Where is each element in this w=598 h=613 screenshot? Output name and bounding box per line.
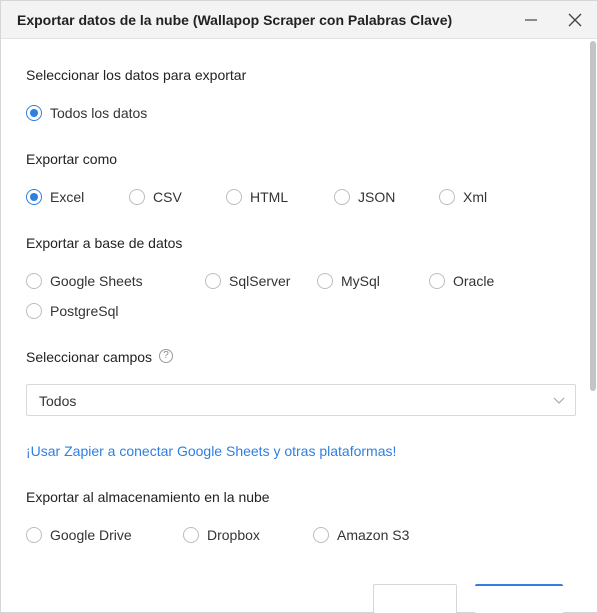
radio-label: Todos los datos — [50, 105, 148, 121]
title-bar: Exportar datos de la nube (Wallapop Scra… — [1, 1, 597, 39]
radio-circle — [313, 527, 329, 543]
radio-circle — [205, 273, 221, 289]
select-fields-heading: Seleccionar campos — [26, 349, 153, 365]
zapier-link[interactable]: ¡Usar Zapier a conectar Google Sheets y … — [26, 443, 396, 459]
radio-all-data[interactable]: Todos los datos — [26, 103, 147, 123]
radio-circle — [26, 189, 42, 205]
radio-mysql[interactable]: MySql — [317, 271, 380, 291]
radio-circle — [334, 189, 350, 205]
radio-label: CSV — [153, 189, 182, 205]
radio-label: Dropbox — [207, 527, 260, 543]
select-data-heading: Seleccionar los datos para exportar — [26, 67, 247, 83]
fields-select[interactable]: Todos — [26, 384, 576, 416]
fields-select-value: Todos — [39, 393, 77, 409]
close-icon — [568, 13, 582, 27]
radio-circle — [26, 303, 42, 319]
radio-json[interactable]: JSON — [334, 187, 395, 207]
scrollbar-thumb[interactable] — [590, 41, 596, 391]
radio-circle — [439, 189, 455, 205]
minimize-icon — [525, 19, 537, 21]
chevron-down-icon — [553, 397, 565, 404]
radio-google-drive[interactable]: Google Drive — [26, 525, 132, 545]
radio-label: Excel — [50, 189, 85, 205]
radio-label: Google Drive — [50, 527, 132, 543]
radio-circle — [26, 273, 42, 289]
radio-xml[interactable]: Xml — [439, 187, 487, 207]
radio-label: JSON — [358, 189, 396, 205]
radio-oracle[interactable]: Oracle — [429, 271, 494, 291]
radio-label: MySql — [341, 273, 380, 289]
radio-label: Oracle — [453, 273, 495, 289]
radio-label: Google Sheets — [50, 273, 143, 289]
radio-circle — [26, 105, 42, 121]
radio-label: PostgreSql — [50, 303, 119, 319]
export-db-heading: Exportar a base de datos — [26, 235, 183, 251]
export-dialog: Exportar datos de la nube (Wallapop Scra… — [0, 0, 598, 613]
radio-label: HTML — [250, 189, 289, 205]
cancel-button[interactable] — [373, 584, 457, 613]
radio-circle — [429, 273, 445, 289]
radio-circle — [317, 273, 333, 289]
radio-circle — [226, 189, 242, 205]
question-circle-icon[interactable]: ? — [159, 349, 173, 363]
scrollbar[interactable] — [590, 41, 596, 601]
close-button[interactable] — [563, 8, 587, 32]
radio-label: Xml — [463, 189, 488, 205]
cloud-heading: Exportar al almacenamiento en la nube — [26, 489, 270, 505]
radio-label: SqlServer — [229, 273, 291, 289]
radio-html[interactable]: HTML — [226, 187, 288, 207]
radio-sqlserver[interactable]: SqlServer — [205, 271, 290, 291]
radio-circle — [26, 527, 42, 543]
radio-circle — [183, 527, 199, 543]
confirm-button[interactable] — [475, 584, 563, 613]
radio-excel[interactable]: Excel — [26, 187, 84, 207]
radio-google-sheets[interactable]: Google Sheets — [26, 271, 143, 291]
radio-amazon-s3[interactable]: Amazon S3 — [313, 525, 409, 545]
minimize-button[interactable] — [519, 8, 543, 32]
radio-csv[interactable]: CSV — [129, 187, 182, 207]
radio-label: Amazon S3 — [337, 527, 410, 543]
radio-circle — [129, 189, 145, 205]
radio-postgresql[interactable]: PostgreSql — [26, 301, 118, 321]
window-title: Exportar datos de la nube (Wallapop Scra… — [17, 12, 453, 28]
export-as-heading: Exportar como — [26, 151, 118, 167]
radio-dropbox[interactable]: Dropbox — [183, 525, 260, 545]
